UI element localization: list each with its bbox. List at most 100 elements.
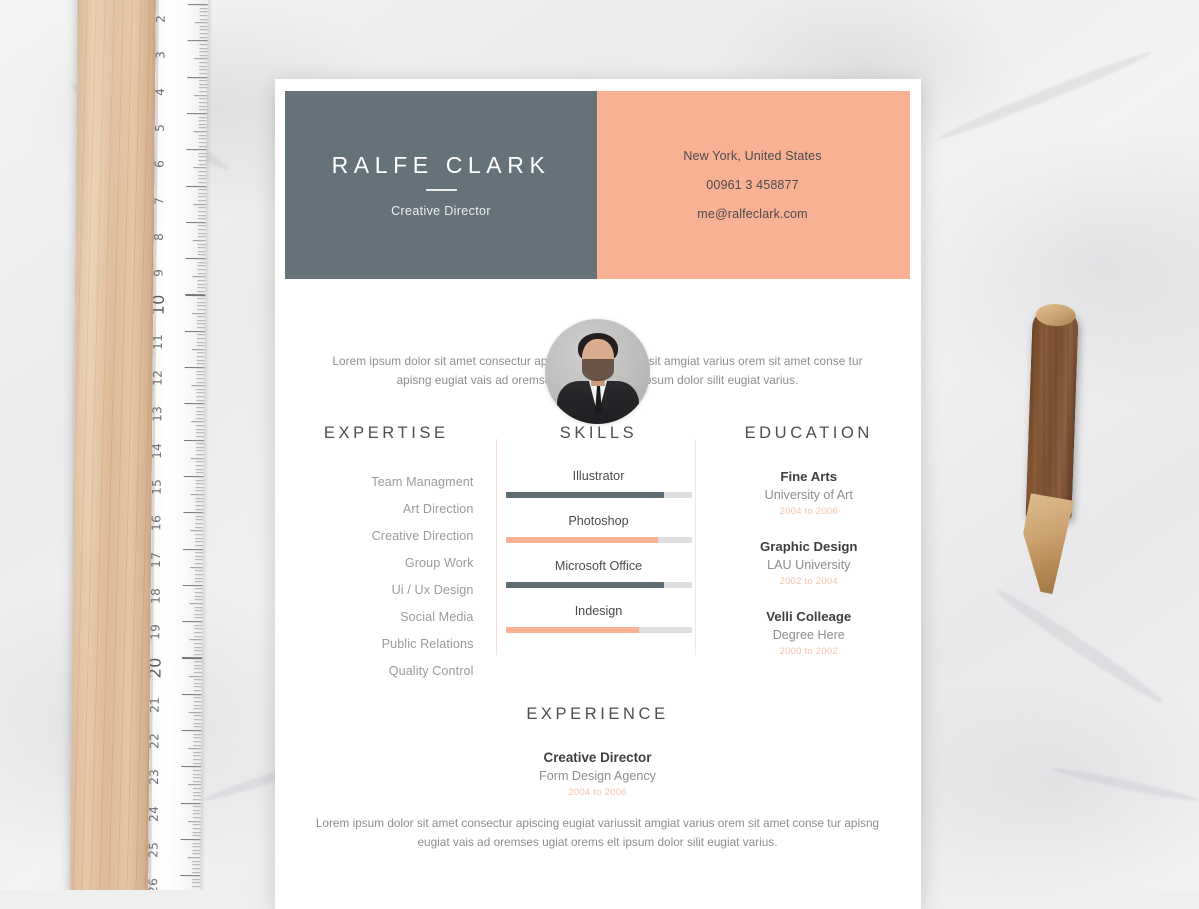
ruler-tick bbox=[191, 422, 204, 423]
ruler-tick bbox=[198, 211, 206, 212]
ruler-tick bbox=[197, 360, 205, 361]
ruler-tick bbox=[190, 603, 203, 604]
ruler-tick bbox=[199, 157, 207, 158]
ruler-tick bbox=[198, 229, 206, 230]
stick-bark bbox=[1025, 307, 1078, 520]
ruler-tick bbox=[196, 436, 204, 437]
ruler-tick bbox=[192, 879, 200, 880]
ruler-tick bbox=[198, 244, 206, 245]
expertise-item: Public Relations bbox=[285, 631, 474, 658]
ruler-tick bbox=[195, 527, 203, 528]
skill-bar-track bbox=[506, 492, 692, 498]
ruler-tick bbox=[186, 186, 206, 187]
contact-location: New York, United States bbox=[683, 149, 821, 163]
ruler-tick bbox=[194, 661, 202, 662]
ruler-tick bbox=[197, 280, 205, 281]
ruler-tick bbox=[195, 552, 203, 553]
ruler-tick bbox=[197, 364, 205, 365]
ruler-tick bbox=[195, 556, 203, 557]
ruler-tick bbox=[193, 204, 206, 205]
ruler-tick bbox=[196, 454, 204, 455]
ruler-tick bbox=[182, 621, 202, 622]
ruler-tick bbox=[196, 447, 204, 448]
skill-bar-track bbox=[506, 582, 692, 588]
ruler-tick bbox=[191, 458, 204, 459]
skill-item: Photoshop bbox=[500, 514, 698, 543]
ruler-tick bbox=[198, 160, 206, 161]
ruler-number: 21 bbox=[148, 697, 162, 713]
ruler-tick bbox=[181, 839, 201, 840]
ruler-tick bbox=[193, 799, 201, 800]
ruler-tick bbox=[194, 59, 207, 60]
ruler-tick bbox=[197, 320, 205, 321]
ruler-tick bbox=[194, 727, 202, 728]
ruler-tick bbox=[184, 403, 204, 404]
ruler-tick bbox=[188, 4, 208, 5]
ruler-tick bbox=[194, 716, 202, 717]
ruler-tick bbox=[198, 266, 206, 267]
ruler-tick bbox=[181, 766, 201, 767]
experience-heading: EXPERIENCE bbox=[285, 705, 910, 724]
ruler-tick bbox=[189, 712, 202, 713]
ruler-tick bbox=[195, 505, 203, 506]
ruler-tick bbox=[199, 48, 207, 49]
ruler-tick bbox=[193, 814, 201, 815]
ruler-tick bbox=[196, 432, 204, 433]
ruler-tick bbox=[195, 545, 203, 546]
expertise-item: Social Media bbox=[285, 604, 474, 631]
ruler-tick bbox=[195, 538, 203, 539]
ruler-tick bbox=[199, 51, 207, 52]
ruler-tick bbox=[197, 338, 205, 339]
ruler: 2345678910111213141516171819202122232425… bbox=[148, 0, 208, 890]
experience-years: 2004 to 2006 bbox=[285, 787, 910, 798]
ruler-tick bbox=[193, 795, 201, 796]
ruler-tick bbox=[194, 708, 202, 709]
ruler-tick bbox=[197, 378, 205, 379]
skill-label: Illustrator bbox=[500, 469, 698, 483]
education-column: EDUCATION Fine ArtsUniversity of Art2004… bbox=[698, 424, 911, 685]
ruler-tick bbox=[195, 614, 203, 615]
ruler-tick bbox=[195, 592, 203, 593]
ruler-tick bbox=[196, 400, 204, 401]
ruler-tick bbox=[198, 207, 206, 208]
ruler-tick bbox=[198, 200, 206, 201]
ruler-tick bbox=[184, 440, 204, 441]
ruler-tick bbox=[200, 33, 208, 34]
education-school: LAU University bbox=[708, 558, 911, 572]
ruler-number: 20 bbox=[148, 658, 165, 679]
education-entry: Graphic DesignLAU University2002 to 2004 bbox=[708, 539, 911, 587]
experience-role: Creative Director bbox=[285, 750, 910, 765]
ruler-tick bbox=[198, 175, 206, 176]
ruler-tick bbox=[197, 291, 205, 292]
ruler-tick bbox=[192, 385, 205, 386]
ruler-tick bbox=[196, 462, 204, 463]
ruler-tick bbox=[196, 414, 204, 415]
ruler-tick bbox=[188, 821, 201, 822]
ruler-tick bbox=[192, 850, 200, 851]
ruler-tick bbox=[197, 327, 205, 328]
candidate-role: Creative Director bbox=[391, 204, 491, 218]
ruler-number: 24 bbox=[148, 805, 161, 821]
header-contact-block: New York, United States 00961 3 458877 m… bbox=[597, 91, 910, 279]
ruler-tick bbox=[200, 19, 208, 20]
ruler-tick bbox=[198, 262, 206, 263]
ruler-tick bbox=[195, 563, 203, 564]
ruler-tick bbox=[199, 142, 207, 143]
avatar bbox=[545, 319, 650, 424]
ruler-tick bbox=[194, 632, 202, 633]
ruler-tick bbox=[197, 371, 205, 372]
wooden-stick bbox=[1013, 307, 1089, 587]
skill-label: Photoshop bbox=[500, 514, 698, 528]
ruler-tick bbox=[192, 872, 200, 873]
ruler-tick bbox=[200, 15, 208, 16]
ruler-tick bbox=[197, 353, 205, 354]
resume-card: RALFE CLARK Creative Director New York, … bbox=[275, 79, 921, 909]
skills-heading: SKILLS bbox=[500, 424, 698, 443]
ruler-tick bbox=[199, 84, 207, 85]
ruler-tick bbox=[198, 197, 206, 198]
ruler-tick bbox=[195, 574, 203, 575]
ruler-tick bbox=[198, 255, 206, 256]
ruler-tick bbox=[193, 774, 201, 775]
ruler-tick bbox=[193, 167, 206, 168]
ruler-tick bbox=[199, 120, 207, 121]
